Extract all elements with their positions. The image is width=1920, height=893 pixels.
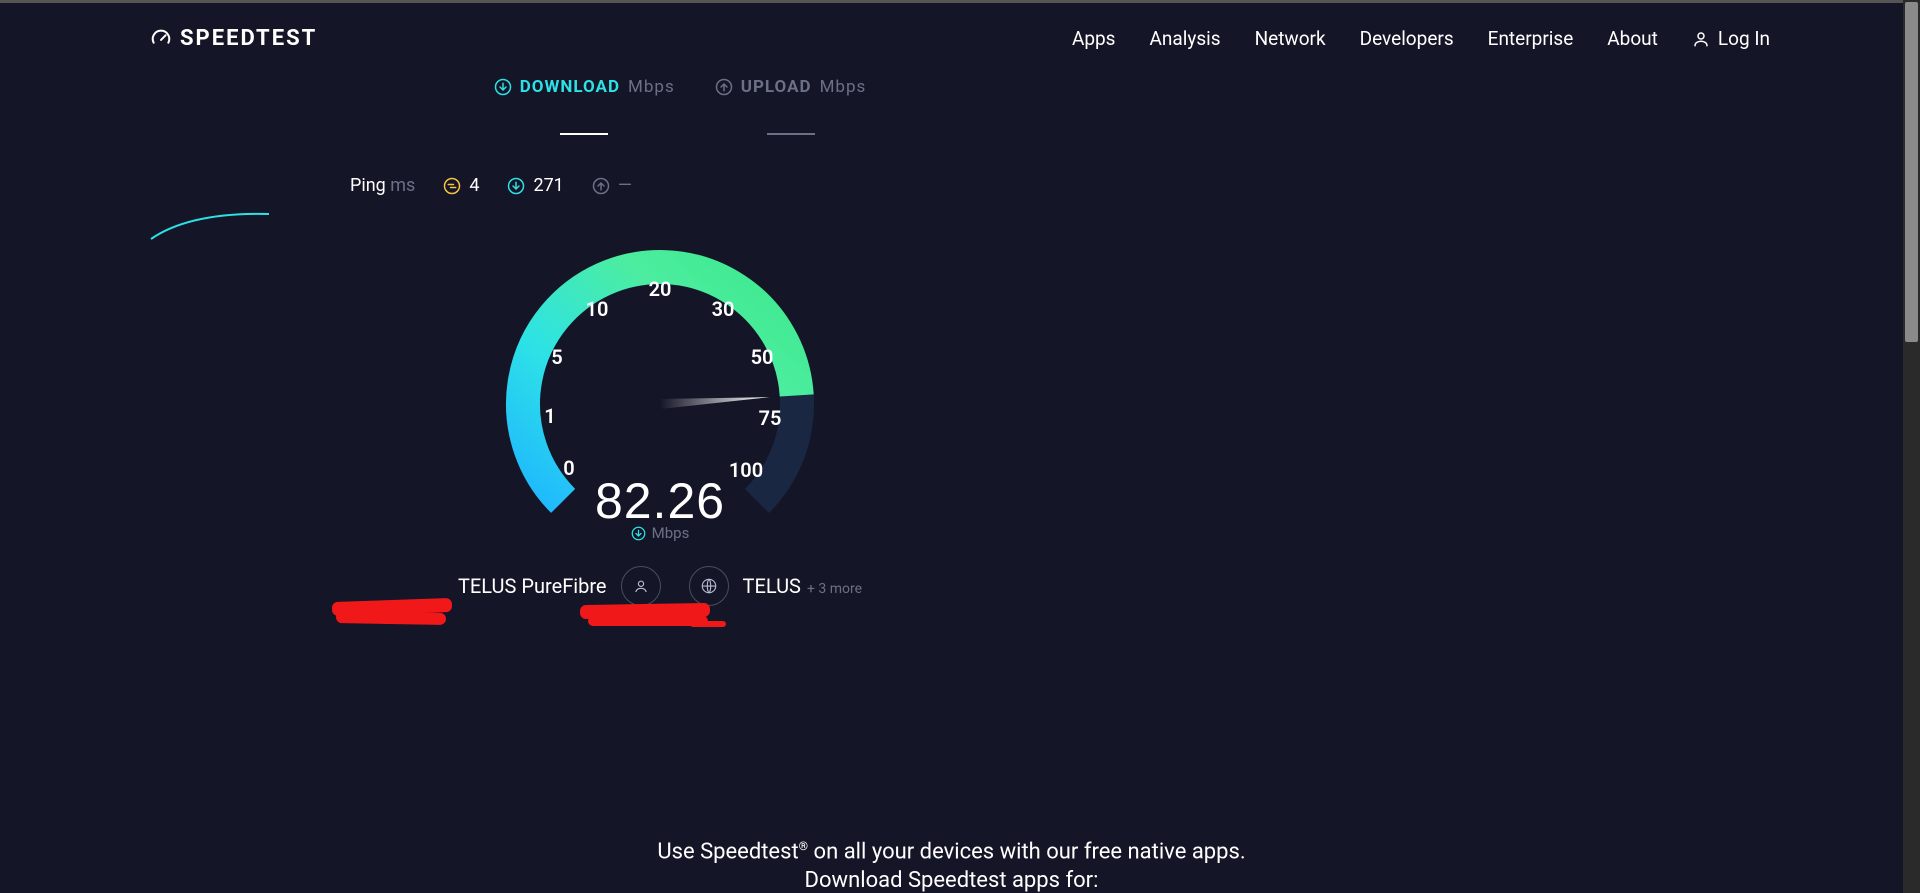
login-label: Log In xyxy=(1718,27,1770,50)
annotation-curve xyxy=(150,210,270,240)
scrollbar-track[interactable] xyxy=(1903,0,1920,893)
speed-value: 82.26 xyxy=(595,472,725,530)
isp-name: TELUS PureFibre xyxy=(458,574,607,598)
gauge-icon xyxy=(150,28,172,50)
latency-icon xyxy=(443,177,461,195)
header: SPEEDTEST Apps Analysis Network Develope… xyxy=(0,0,1920,77)
server-name[interactable]: TELUS + 3 more xyxy=(743,574,862,598)
redaction-mark xyxy=(690,621,726,627)
login-button[interactable]: Log In xyxy=(1692,27,1770,50)
footer-pre: Use Speedtest xyxy=(657,839,798,864)
footer: Use Speedtest® on all your devices with … xyxy=(0,839,1903,893)
brand-logo[interactable]: SPEEDTEST xyxy=(150,26,317,51)
user-button[interactable] xyxy=(621,566,661,606)
download-ping-icon xyxy=(507,177,525,195)
globe-icon xyxy=(700,577,718,595)
ping-upload: — xyxy=(592,175,632,196)
ping-label: Ping xyxy=(350,175,386,196)
user-icon xyxy=(1692,30,1710,48)
ping-upload-value: — xyxy=(618,175,632,196)
ping-row: Ping ms 4 271 — xyxy=(310,175,1010,196)
nav-network[interactable]: Network xyxy=(1255,27,1326,50)
scrollbar-thumb[interactable] xyxy=(1905,2,1918,342)
gauge-container: 0 1 5 10 20 30 50 75 100 82.26 Mbps xyxy=(310,244,1010,542)
brand-text: SPEEDTEST xyxy=(180,26,317,51)
tab-download-label: DOWNLOAD xyxy=(520,77,620,97)
upload-icon xyxy=(715,78,733,96)
tab-upload-unit: Mbps xyxy=(820,77,867,97)
speed-gauge: 0 1 5 10 20 30 50 75 100 82.26 xyxy=(500,244,820,524)
globe-button[interactable] xyxy=(689,566,729,606)
gauge-tick-50: 50 xyxy=(751,345,774,369)
ping-download-value: 271 xyxy=(533,175,563,196)
ping-unit: ms xyxy=(390,175,415,196)
nav-enterprise[interactable]: Enterprise xyxy=(1488,27,1574,50)
footer-line-2: Download Speedtest apps for: xyxy=(0,868,1903,893)
user-icon xyxy=(632,577,650,595)
gauge-tick-75: 75 xyxy=(759,406,782,430)
download-icon xyxy=(494,78,512,96)
gauge-tick-5: 5 xyxy=(551,345,562,369)
main-panel: DOWNLOAD Mbps UPLOAD Mbps Ping ms xyxy=(310,77,1010,606)
ping-download: 271 xyxy=(507,175,563,196)
redaction-mark xyxy=(336,611,446,625)
gauge-tick-30: 30 xyxy=(712,297,735,321)
footer-line-1: Use Speedtest® on all your devices with … xyxy=(0,839,1903,864)
upload-ping-icon xyxy=(592,177,610,195)
tab-upload[interactable]: UPLOAD Mbps xyxy=(715,77,867,135)
main-nav: Apps Analysis Network Developers Enterpr… xyxy=(1072,27,1770,50)
window-topbar xyxy=(0,0,1903,3)
gauge-tick-20: 20 xyxy=(649,277,672,301)
nav-about[interactable]: About xyxy=(1607,27,1658,50)
registered-mark: ® xyxy=(799,839,808,853)
nav-apps[interactable]: Apps xyxy=(1072,27,1116,50)
isp-block: TELUS PureFibre xyxy=(458,566,661,606)
tab-download[interactable]: DOWNLOAD Mbps xyxy=(494,77,675,135)
tab-download-unit: Mbps xyxy=(628,77,675,97)
nav-analysis[interactable]: Analysis xyxy=(1150,27,1221,50)
server-host-label: TELUS xyxy=(743,574,801,598)
footer-post: on all your devices with our free native… xyxy=(808,839,1246,864)
speed-tabs: DOWNLOAD Mbps UPLOAD Mbps xyxy=(310,77,1010,135)
ping-idle-value: 4 xyxy=(469,175,479,196)
server-more: + 3 more xyxy=(807,581,862,597)
gauge-tick-10: 10 xyxy=(586,297,609,321)
gauge-tick-1: 1 xyxy=(544,404,555,428)
nav-developers[interactable]: Developers xyxy=(1360,27,1454,50)
server-block: TELUS + 3 more xyxy=(689,566,862,606)
ping-idle: 4 xyxy=(443,175,479,196)
gauge-tick-100: 100 xyxy=(729,458,763,482)
tab-upload-label: UPLOAD xyxy=(741,77,812,97)
gauge-tick-0: 0 xyxy=(563,456,574,480)
